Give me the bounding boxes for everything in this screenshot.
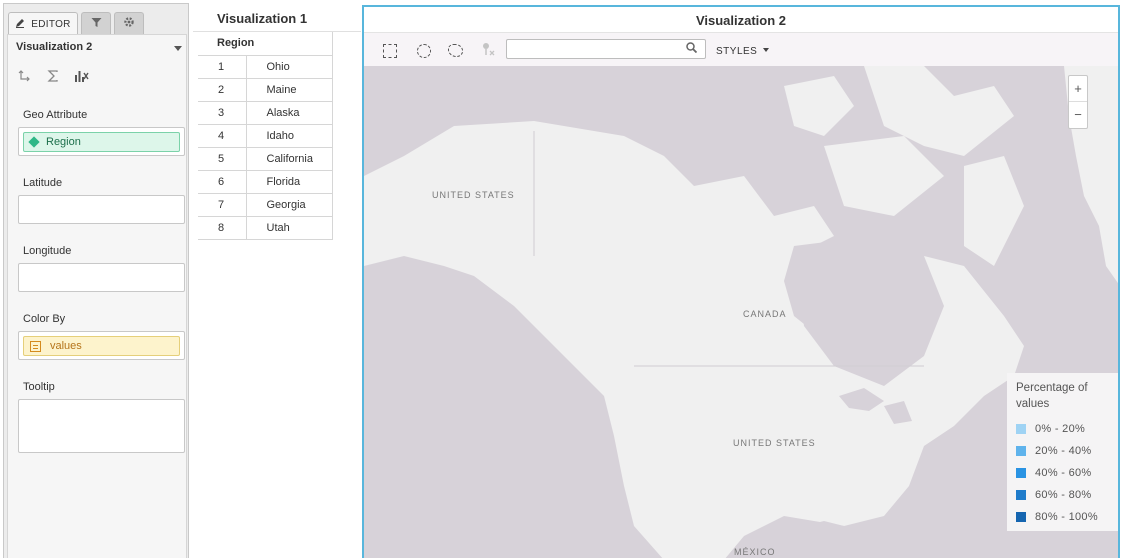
latitude-label: Latitude	[23, 177, 63, 189]
region-cell: Ohio	[246, 55, 333, 79]
map-canvas[interactable]: UNITED STATES CANADA UNITED STATES MÉXIC…	[364, 66, 1118, 558]
zoom-out-button[interactable]: −	[1069, 102, 1087, 128]
column-header-region[interactable]: Region	[198, 32, 333, 56]
zoom-control: + −	[1068, 75, 1088, 129]
legend-label: 40% - 60%	[1035, 467, 1092, 479]
legend-swatch	[1016, 468, 1026, 478]
pencil-icon	[15, 18, 25, 31]
color-by-value: values	[50, 340, 82, 352]
table-row[interactable]: 5 California	[198, 147, 333, 171]
row-number: 2	[198, 78, 247, 102]
row-number: 3	[198, 101, 247, 125]
rectangle-select-icon[interactable]	[383, 44, 397, 58]
geo-attribute-value: Region	[46, 136, 81, 148]
measure-icon	[30, 340, 41, 352]
legend-item: 60% - 80%	[1016, 484, 1118, 506]
filter-icon	[91, 17, 102, 31]
region-cell: Maine	[246, 78, 333, 102]
tab-editor[interactable]: EDITOR	[8, 12, 78, 35]
legend-item: 20% - 40%	[1016, 440, 1118, 462]
chart-settings-icon[interactable]	[74, 69, 89, 85]
tab-filter[interactable]	[81, 12, 111, 34]
map-legend: Percentage of values 0% - 20% 20% - 40% …	[1007, 373, 1118, 531]
legend-swatch	[1016, 512, 1026, 522]
color-by-label: Color By	[23, 313, 66, 325]
color-by-dropzone[interactable]: values	[18, 331, 185, 360]
tooltip-label: Tooltip	[23, 381, 55, 393]
tab-settings[interactable]	[114, 12, 144, 34]
region-cell: California	[246, 147, 333, 171]
legend-title: Percentage of values	[1016, 382, 1088, 410]
region-table: Region 1 Ohio 2 Maine 3 Alaska 4 Idaho 5 Cali…	[198, 32, 333, 240]
map-label-mexico: MÉXICO	[734, 547, 776, 557]
map-label-usa: UNITED STATES	[733, 438, 816, 448]
legend-label: 20% - 40%	[1035, 445, 1092, 457]
geo-attribute-label: Geo Attribute	[23, 109, 88, 121]
circle-select-icon[interactable]	[417, 44, 431, 58]
visualization-2[interactable]: Visualization 2 STYLES UNITED STATES CAN…	[362, 5, 1120, 558]
tab-editor-label: EDITOR	[31, 18, 71, 30]
visualization-2-title: Visualization 2	[695, 13, 787, 28]
row-number: 4	[198, 124, 247, 148]
region-cell: Alaska	[246, 101, 333, 125]
tooltip-dropzone[interactable]	[18, 399, 185, 453]
table-row[interactable]: 7 Georgia	[198, 193, 333, 217]
row-number: 1	[198, 55, 247, 79]
visualization-select-value: Visualization 2	[16, 41, 93, 53]
editor-panel: EDITOR Visualization 2 Geo Attribute Reg…	[3, 3, 189, 558]
chevron-down-icon	[174, 46, 182, 51]
legend-label: 80% - 100%	[1035, 511, 1098, 523]
visualization-1-title: Visualization 1	[217, 11, 308, 26]
table-row[interactable]: 4 Idaho	[198, 124, 333, 148]
map-label-alaska: UNITED STATES	[432, 190, 515, 200]
gear-icon	[123, 16, 135, 31]
clear-pin-icon[interactable]	[481, 42, 496, 57]
editor-body: Visualization 2 Geo Attribute Region Lat…	[7, 34, 187, 558]
legend-item: 40% - 60%	[1016, 462, 1118, 484]
editor-tabs: EDITOR	[8, 12, 184, 35]
styles-dropdown[interactable]: STYLES	[716, 46, 770, 57]
row-number: 8	[198, 216, 247, 240]
legend-label: 60% - 80%	[1035, 489, 1092, 501]
row-number: 7	[198, 193, 247, 217]
region-cell: Utah	[246, 216, 333, 240]
swap-icon[interactable]	[18, 69, 32, 85]
region-cell: Idaho	[246, 124, 333, 148]
region-cell: Florida	[246, 170, 333, 194]
geo-attribute-pill[interactable]: Region	[23, 132, 180, 152]
chevron-down-icon	[763, 48, 770, 52]
geo-attribute-dropzone[interactable]: Region	[18, 127, 185, 156]
sigma-icon[interactable]	[46, 69, 60, 85]
lasso-select-icon[interactable]	[448, 44, 463, 57]
longitude-label: Longitude	[23, 245, 72, 257]
row-number: 5	[198, 147, 247, 171]
visualization-select[interactable]: Visualization 2	[16, 41, 184, 57]
region-cell: Georgia	[246, 193, 333, 217]
table-row[interactable]: 3 Alaska	[198, 101, 333, 125]
map-label-canada: CANADA	[743, 309, 787, 319]
editor-icon-toolbar	[18, 69, 89, 85]
styles-label: STYLES	[716, 46, 758, 57]
legend-swatch	[1016, 424, 1026, 434]
color-by-pill[interactable]: values	[23, 336, 180, 356]
dimension-icon	[28, 136, 40, 148]
latitude-dropzone[interactable]	[18, 195, 185, 224]
legend-item: 0% - 20%	[1016, 418, 1118, 440]
search-icon[interactable]	[686, 42, 698, 54]
map-toolbar: STYLES	[364, 33, 1118, 66]
row-number: 6	[198, 170, 247, 194]
table-header-row: Region	[198, 32, 333, 56]
longitude-dropzone[interactable]	[18, 263, 185, 292]
table-row[interactable]: 8 Utah	[198, 216, 333, 240]
zoom-in-button[interactable]: +	[1069, 76, 1087, 102]
map-search-input[interactable]	[506, 39, 706, 59]
visualization-1[interactable]: Visualization 1 Region 1 Ohio 2 Maine 3 Ala…	[193, 3, 361, 558]
table-row[interactable]: 2 Maine	[198, 78, 333, 102]
table-row[interactable]: 1 Ohio	[198, 55, 333, 79]
legend-swatch	[1016, 490, 1026, 500]
table-row[interactable]: 6 Florida	[198, 170, 333, 194]
legend-swatch	[1016, 446, 1026, 456]
legend-item: 80% - 100%	[1016, 506, 1118, 528]
legend-label: 0% - 20%	[1035, 423, 1086, 435]
